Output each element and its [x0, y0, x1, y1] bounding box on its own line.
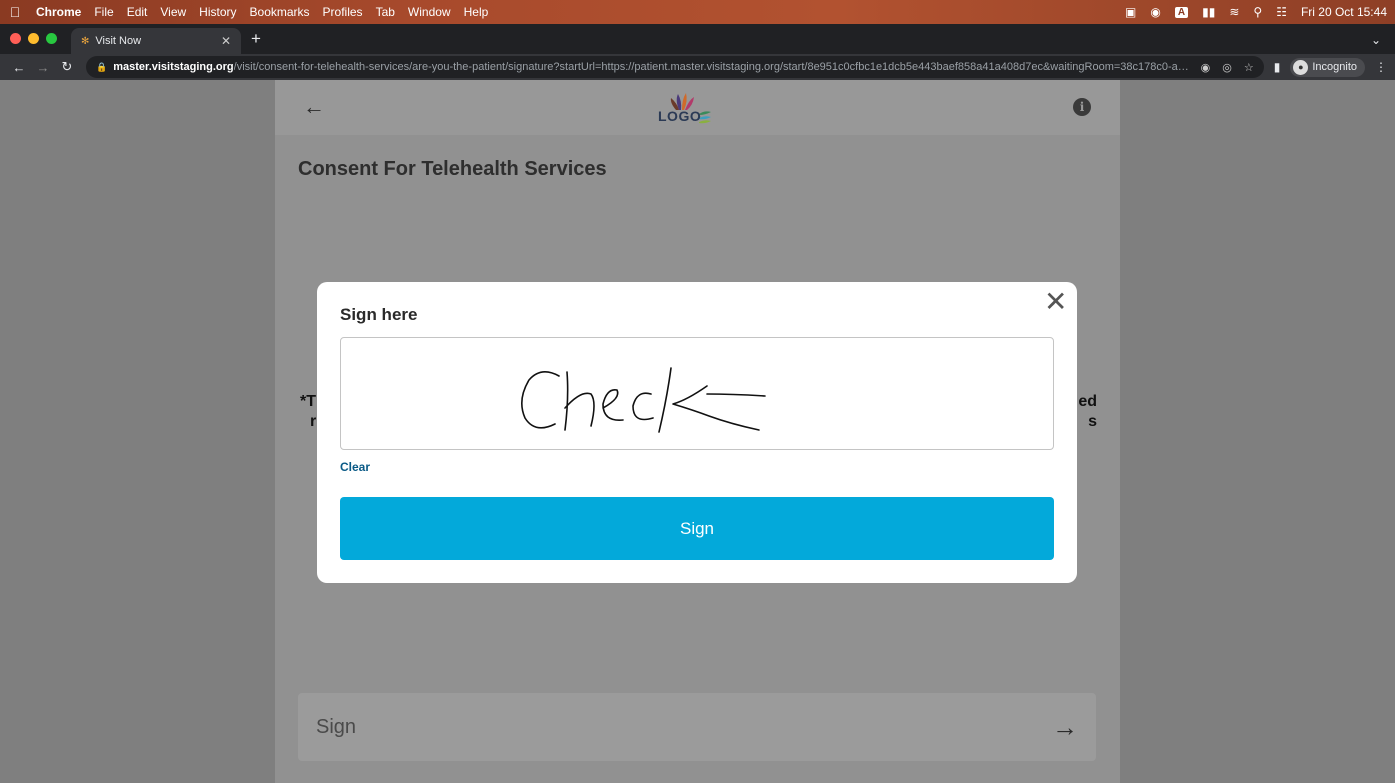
url-domain: master.visitstaging.org [113, 61, 234, 73]
tracking-protection-eye-icon[interactable]: ◎ [1222, 61, 1232, 74]
bottom-sign-label: Sign [316, 715, 357, 738]
background-text-left: *T r [300, 392, 316, 432]
menu-tab[interactable]: Tab [376, 5, 395, 19]
page-header: ← LOGO i [275, 80, 1120, 135]
new-tab-plus-icon[interactable]: + [251, 29, 261, 49]
page-viewport: ← LOGO i Consent For Telehealth Services… [0, 80, 1395, 783]
screen-recorder-icon[interactable]: ▣ [1125, 5, 1136, 19]
side-panel-icon[interactable]: ▮ [1274, 60, 1281, 74]
close-icon[interactable]: ✕ [1044, 288, 1067, 316]
macos-menu-bar:  Chrome File Edit View History Bookmark… [0, 0, 1395, 24]
menu-window[interactable]: Window [408, 5, 451, 19]
sign-button[interactable]: Sign [340, 497, 1054, 560]
reload-icon[interactable]: ↻ [56, 59, 78, 75]
signature-drawing [521, 367, 766, 433]
camera-permission-icon[interactable]: ◉ [1201, 61, 1211, 74]
incognito-label: Incognito [1312, 61, 1357, 73]
site-favicon-icon: ✻ [81, 35, 90, 47]
omnibox-actions: ◉ ◎ ☆ [1201, 61, 1254, 74]
close-window-button[interactable] [10, 33, 21, 44]
lock-icon[interactable]: 🔒 [96, 62, 107, 73]
back-nav-icon[interactable]: ← [8, 60, 30, 75]
menu-help[interactable]: Help [464, 5, 489, 19]
menu-profiles[interactable]: Profiles [323, 5, 363, 19]
browser-tab-active[interactable]: ✻ Visit Now ✕ [71, 28, 241, 54]
spotlight-search-icon[interactable]: ⚲ [1253, 5, 1262, 19]
tab-search-chevron-icon[interactable]: ⌄ [1371, 33, 1381, 47]
brand-logo: LOGO [655, 92, 745, 128]
input-source-indicator[interactable]: A [1174, 6, 1189, 18]
arrow-right-icon: → [1052, 711, 1078, 742]
fullscreen-window-button[interactable] [46, 33, 57, 44]
background-text-left-line1: *T [300, 393, 316, 410]
info-icon[interactable]: i [1073, 98, 1091, 116]
modal-title: Sign here [340, 305, 418, 324]
signature-pad[interactable] [340, 337, 1054, 450]
window-controls [0, 33, 71, 54]
battery-icon[interactable]: ▮▮ [1202, 5, 1215, 19]
minimize-window-button[interactable] [28, 33, 39, 44]
menu-view[interactable]: View [160, 5, 186, 19]
forward-nav-icon[interactable]: → [32, 60, 54, 75]
browser-tab-strip: ✻ Visit Now ✕ + ⌄ [0, 24, 1395, 54]
clear-signature-link[interactable]: Clear [340, 460, 370, 474]
background-text-left-line2: r [310, 413, 317, 430]
menu-file[interactable]: File [94, 5, 113, 19]
bottom-sign-button[interactable]: Sign → [298, 693, 1096, 761]
address-bar[interactable]: 🔒 master.visitstaging.org /visit/consent… [86, 56, 1264, 78]
wifi-icon[interactable]: ≋ [1229, 5, 1239, 19]
back-arrow-icon[interactable]: ← [303, 94, 325, 120]
menu-bar-clock[interactable]: Fri 20 Oct 15:44 [1301, 5, 1387, 19]
incognito-profile-chip[interactable]: ● Incognito [1290, 57, 1365, 77]
menu-history[interactable]: History [199, 5, 236, 19]
chrome-menu-kebab-icon[interactable]: ⋮ [1375, 60, 1387, 74]
tab-close-icon[interactable]: ✕ [221, 34, 231, 48]
play-circle-icon[interactable]: ◉ [1150, 5, 1160, 19]
bookmark-star-icon[interactable]: ☆ [1244, 61, 1254, 74]
menu-edit[interactable]: Edit [127, 5, 148, 19]
tab-title: Visit Now [95, 35, 142, 47]
menu-bar-status-area: ▣ ◉ A ▮▮ ≋ ⚲ ☷ Fri 20 Oct 15:44 [1125, 5, 1387, 19]
incognito-avatar-icon: ● [1293, 59, 1309, 75]
menu-bookmarks[interactable]: Bookmarks [250, 5, 310, 19]
url-path: /visit/consent-for-telehealth-services/a… [233, 61, 1191, 73]
signature-modal: ✕ Sign here Clear Sign [317, 282, 1077, 583]
control-center-icon[interactable]: ☷ [1276, 5, 1287, 19]
page-title: Consent For Telehealth Services [298, 158, 607, 180]
browser-toolbar: ← → ↻ 🔒 master.visitstaging.org /visit/c… [0, 54, 1395, 80]
apple-icon[interactable]:  [8, 4, 22, 20]
logo-text: LOGO [658, 108, 702, 124]
menu-app-chrome[interactable]: Chrome [36, 5, 81, 19]
